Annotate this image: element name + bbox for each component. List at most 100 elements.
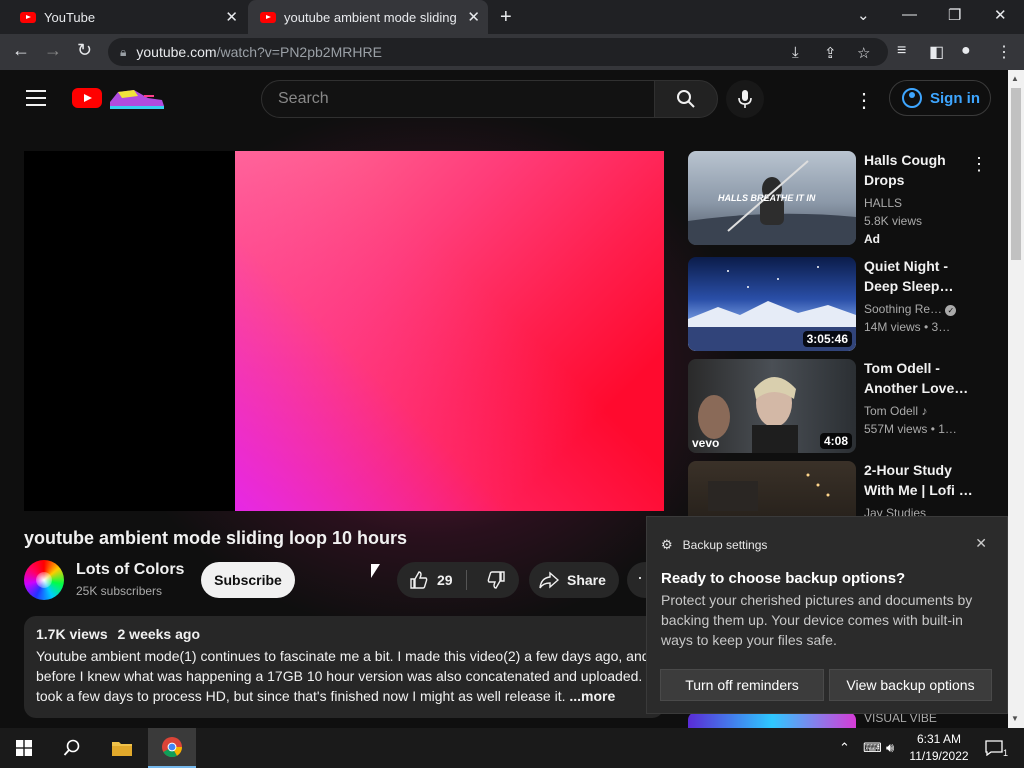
backup-notification: ⚙ Backup settings ✕ Ready to choose back… (646, 516, 1008, 714)
share-page-icon[interactable]: ⇪ (824, 44, 837, 62)
search-button[interactable] (654, 80, 718, 118)
taskbar-clock[interactable]: 6:31 AM 11/19/2022 (906, 731, 972, 765)
browser-tab-bar: YouTube ✕ youtube ambient mode sliding l… (0, 0, 1024, 34)
ad-menu-kebab-icon[interactable]: ⋮ (970, 154, 988, 175)
video-frame-overlay (235, 151, 664, 511)
youtube-logo-icon[interactable] (72, 88, 102, 108)
media-queue-icon[interactable]: ≡ (897, 42, 906, 60)
taskbar-search-button[interactable] (48, 728, 96, 768)
minimize-icon[interactable]: — (902, 6, 917, 23)
sign-in-label: Sign in (930, 89, 980, 107)
install-icon[interactable]: ⤓ (792, 44, 799, 61)
youtube-favicon-icon (20, 11, 36, 23)
sidebar-meta: 557M views • 1… (864, 422, 957, 436)
settings-kebab-icon[interactable]: ⋮ (854, 88, 874, 113)
view-count: 1.7K views (36, 626, 108, 642)
sidebar-channel-name: Tom Odell (864, 404, 919, 418)
doodle-sneaker-icon[interactable] (104, 84, 168, 110)
thumbnail-visual-vibe[interactable] (688, 712, 856, 728)
tab-search-chevron-icon[interactable]: ⌄ (857, 6, 870, 24)
description-line: Youtube ambient mode(1) continues to fas… (36, 648, 650, 664)
scroll-down-arrow-icon[interactable]: ▼ (1011, 714, 1019, 723)
close-window-icon[interactable]: ✕ (994, 6, 1007, 24)
browser-toolbar: ← → ↻ 🔒︎ youtube.com/watch?v=PN2pb2MRHRE… (0, 34, 1024, 70)
chrome-menu-icon[interactable]: ⋮ (996, 42, 1012, 62)
chrome-icon (162, 737, 183, 758)
share-label: Share (567, 572, 606, 588)
video-player[interactable] (24, 151, 664, 511)
description-line: took a few days to process HD, but since… (36, 688, 566, 704)
clock-date: 11/19/2022 (909, 749, 969, 763)
like-button[interactable]: 29 (397, 562, 467, 598)
verified-check-icon: ✓ (945, 305, 957, 316)
sidebar-meta: 14M views • 3… (864, 320, 951, 334)
sidebar-title[interactable]: Halls Cough (864, 150, 974, 170)
sidebar-title[interactable]: With Me | Lofi … (864, 480, 974, 500)
thumbnail-quiet-night[interactable]: 3:05:46 (688, 257, 856, 351)
page-scrollbar[interactable]: ▲ ▼ (1008, 70, 1024, 728)
toast-body: Protect your cherished pictures and docu… (661, 592, 973, 648)
turn-off-reminders-button[interactable]: Turn off reminders (660, 669, 824, 701)
profile-icon[interactable]: ● (961, 42, 971, 60)
notification-icon (985, 740, 1003, 756)
back-icon[interactable]: ← (12, 40, 30, 61)
toast-title: Ready to choose backup options? (661, 570, 906, 587)
reload-icon[interactable]: ↻ (77, 40, 92, 61)
thumbnail-halls[interactable]: HALLS BREATHE IT IN (688, 151, 856, 245)
description-box[interactable]: 1.7K views 2 weeks ago Youtube ambient m… (24, 616, 664, 718)
file-explorer-button[interactable] (98, 728, 146, 768)
volume-icon[interactable]: 🔊︎ (886, 740, 894, 756)
description-line-last: took a few days to process HD, but since… (36, 686, 652, 706)
sidebar-meta: 5.8K views (864, 214, 923, 228)
mouse-cursor-icon (371, 564, 380, 578)
youtube-favicon-icon (260, 11, 276, 23)
sidebar-title[interactable]: 2-Hour Study (864, 460, 974, 480)
tab-close-icon[interactable]: ✕ (467, 8, 480, 26)
network-icon[interactable]: ⌨ (863, 740, 882, 756)
toast-app-name: Backup settings (682, 538, 768, 552)
bookmark-star-icon[interactable]: ☆ (857, 44, 870, 62)
menu-icon[interactable] (26, 90, 46, 111)
subscribe-button[interactable]: Subscribe (201, 562, 295, 598)
channel-avatar[interactable] (24, 560, 64, 600)
new-tab-icon[interactable]: + (500, 6, 512, 29)
tab-title: YouTube (44, 9, 96, 25)
url-path: /watch?v=PN2pb2MRHRE (216, 44, 382, 60)
sign-in-button[interactable]: Sign in (889, 80, 991, 116)
dislike-button[interactable] (473, 562, 519, 598)
restore-icon[interactable]: ❐ (948, 6, 961, 24)
tray-chevron-icon[interactable]: ⌃ (839, 740, 850, 756)
ad-badge: Ad (864, 232, 880, 246)
sidebar-title[interactable]: Drops (864, 170, 974, 190)
start-button[interactable] (0, 728, 48, 768)
chrome-taskbar-button[interactable] (148, 728, 196, 768)
windows-logo-icon (16, 740, 32, 756)
windows-taskbar: ⌃ ⌨ 🔊︎ 6:31 AM 11/19/2022 1 (0, 728, 1024, 768)
action-center-button[interactable]: 1 (982, 728, 1008, 768)
screen: YouTube ✕ youtube ambient mode sliding l… (0, 0, 1024, 768)
thumbnail-tom-odell[interactable]: vevo 4:08 (688, 359, 856, 453)
like-dislike-group: 29 (397, 562, 519, 598)
address-bar[interactable]: 🔒︎ youtube.com/watch?v=PN2pb2MRHRE ⤓ ⇪ ☆ (108, 38, 888, 66)
tab-youtube[interactable]: YouTube ✕ (8, 0, 246, 34)
sidebar-title[interactable]: Tom Odell - (864, 358, 974, 378)
tab-close-icon[interactable]: ✕ (225, 8, 238, 26)
share-button[interactable]: Share (529, 562, 619, 598)
sidebar-title[interactable]: Another Love… (864, 378, 974, 398)
scroll-thumb[interactable] (1011, 88, 1021, 260)
channel-name[interactable]: Lots of Colors (76, 561, 184, 579)
forward-icon[interactable]: → (44, 40, 62, 61)
show-more-link[interactable]: ...more (569, 688, 615, 704)
tab-active-video[interactable]: youtube ambient mode sliding loop 10 hou… (248, 0, 488, 34)
sidebar-title[interactable]: Deep Sleep… (864, 276, 974, 296)
sidebar-channel-name: Soothing Re… (864, 302, 943, 316)
view-backup-options-button[interactable]: View backup options (829, 669, 992, 701)
sidebar-title[interactable]: Quiet Night - (864, 256, 974, 276)
search-input[interactable]: Search (261, 80, 655, 118)
scroll-up-arrow-icon[interactable]: ▲ (1011, 74, 1019, 83)
voice-search-button[interactable] (726, 80, 764, 118)
side-panel-icon[interactable]: ◧ (929, 42, 944, 62)
thumbs-up-icon (410, 571, 428, 589)
toast-close-icon[interactable]: ✕ (975, 535, 987, 552)
music-note-icon: ♪ (921, 404, 928, 418)
